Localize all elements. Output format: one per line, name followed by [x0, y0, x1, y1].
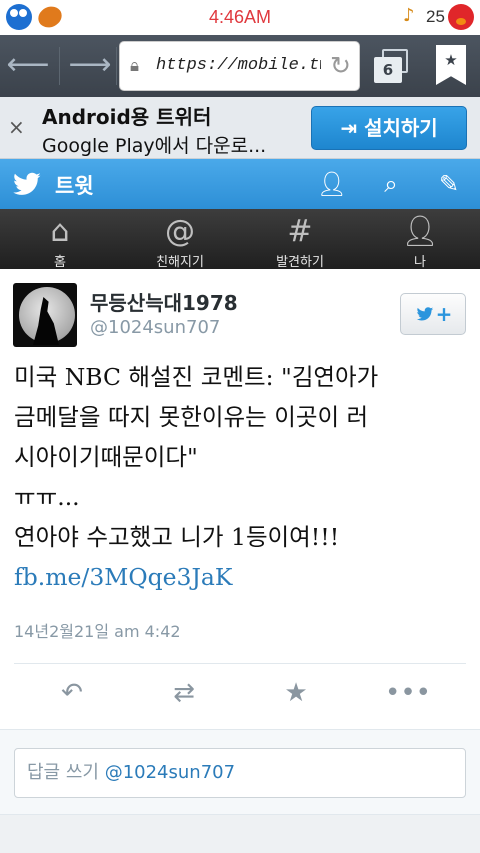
toolbar-divider	[116, 47, 117, 85]
bookmark-icon[interactable]: ★	[436, 45, 466, 85]
at-icon: @	[165, 214, 195, 249]
tab-me[interactable]: 👤︎ 나	[360, 209, 480, 271]
tweet-link[interactable]: fb.me/3MQqe3JaK	[14, 557, 469, 597]
lock-icon: 🔒︎	[130, 56, 140, 76]
tweet-line: 연아야 수고했고 니가 1등이여!!!	[14, 523, 340, 551]
tweet-line: 미국 NBC 해설진 코멘트: "김연아가	[14, 363, 379, 391]
tweet-text: 미국 NBC 해설진 코멘트: "김연아가 금메달을 따지 못한이유는 이곳이 …	[14, 357, 469, 597]
music-note-icon: ♪	[403, 5, 415, 26]
toolbar-divider	[59, 47, 60, 85]
back-arrow-icon[interactable]: ⟵	[6, 45, 50, 87]
forward-arrow-icon[interactable]: ⟶	[68, 45, 112, 87]
add-user-icon[interactable]: 👤︎+	[313, 165, 351, 228]
close-icon[interactable]: ×	[8, 115, 25, 139]
tab-connect[interactable]: @ 친해지기	[120, 209, 240, 271]
reply-mention: @1024sun707	[104, 762, 236, 783]
tab-bar: ⌂ 홈 @ 친해지기 # 발견하기 👤︎ 나	[0, 209, 480, 271]
tab-home[interactable]: ⌂ 홈	[0, 209, 120, 271]
reply-input[interactable]: 답글 쓰기 @1024sun707	[14, 748, 466, 798]
retweet-icon[interactable]: ⇄	[158, 673, 210, 713]
tweet-timestamp: 14년2월21일 am 4:42	[14, 622, 181, 641]
twitter-bird-icon[interactable]	[12, 169, 42, 199]
more-icon[interactable]: •••	[382, 673, 434, 713]
favorite-icon[interactable]: ★	[270, 673, 322, 713]
install-button-label: 설치하기	[364, 116, 438, 140]
tweet-line: 금메달을 따지 못한이유는 이곳이 러	[14, 403, 369, 431]
follow-button[interactable]: +	[400, 293, 466, 335]
twitter-bird-icon	[416, 307, 433, 321]
url-text[interactable]: https://mobile.twitter.com	[156, 56, 321, 75]
battery-level: 25	[426, 7, 445, 26]
compose-icon[interactable]: ✎	[430, 165, 468, 203]
banner-subtitle: Google Play에서 다운로...	[42, 135, 267, 157]
reply-icon[interactable]: ↶	[46, 673, 98, 713]
tab-label: 나	[414, 255, 426, 270]
page-title: 트윗	[55, 174, 94, 198]
browser-toolbar: ⟵ ⟶ 🔒︎ https://mobile.twitter.com ↻ 6 ★	[0, 35, 480, 97]
divider	[14, 663, 466, 664]
install-button[interactable]: ⇥ 설치하기	[311, 106, 467, 150]
hashtag-icon: #	[287, 214, 313, 249]
plus-icon: +	[435, 302, 453, 326]
elmo-icon	[448, 4, 474, 30]
tab-count: 6	[374, 57, 402, 83]
avatar[interactable]	[13, 283, 77, 347]
install-banner: × Android용 트위터 Google Play에서 다운로... ⇥ 설치…	[0, 97, 480, 159]
status-time-suffix: AM	[244, 7, 272, 27]
user-name[interactable]: 무등산늑대1978	[90, 287, 238, 316]
person-icon: 👤︎	[400, 214, 440, 249]
tab-discover[interactable]: # 발견하기	[240, 209, 360, 271]
tab-label: 홈	[54, 255, 66, 270]
tabs-button[interactable]: 6	[370, 47, 414, 87]
reply-prefix: 답글 쓰기	[27, 762, 99, 783]
install-icon: ⇥	[340, 116, 365, 140]
reply-area: 답글 쓰기 @1024sun707	[0, 729, 480, 814]
status-bar: 4:46AM ♪ 25	[0, 0, 480, 35]
status-time-hour: 4:46	[208, 7, 245, 27]
tab-label: 발견하기	[276, 255, 324, 270]
tweet-card: 무등산늑대1978 @1024sun707 + 미국 NBC 해설진 코멘트: …	[0, 269, 480, 729]
twitter-header: 트윗 👤︎+ ⌕ ✎	[0, 159, 480, 228]
tweet-line: ㅠㅠ...	[14, 483, 80, 511]
search-icon[interactable]: ⌕	[372, 165, 410, 203]
home-icon: ⌂	[50, 214, 70, 249]
url-bar[interactable]: 🔒︎ https://mobile.twitter.com ↻	[119, 41, 360, 91]
user-handle[interactable]: @1024sun707	[90, 317, 220, 338]
bottom-strip	[0, 814, 480, 853]
tab-label: 친해지기	[156, 255, 204, 270]
reload-icon[interactable]: ↻	[330, 51, 351, 80]
tweet-line: 시아이기때문이다"	[14, 443, 198, 471]
banner-title: Android용 트위터	[42, 105, 212, 129]
